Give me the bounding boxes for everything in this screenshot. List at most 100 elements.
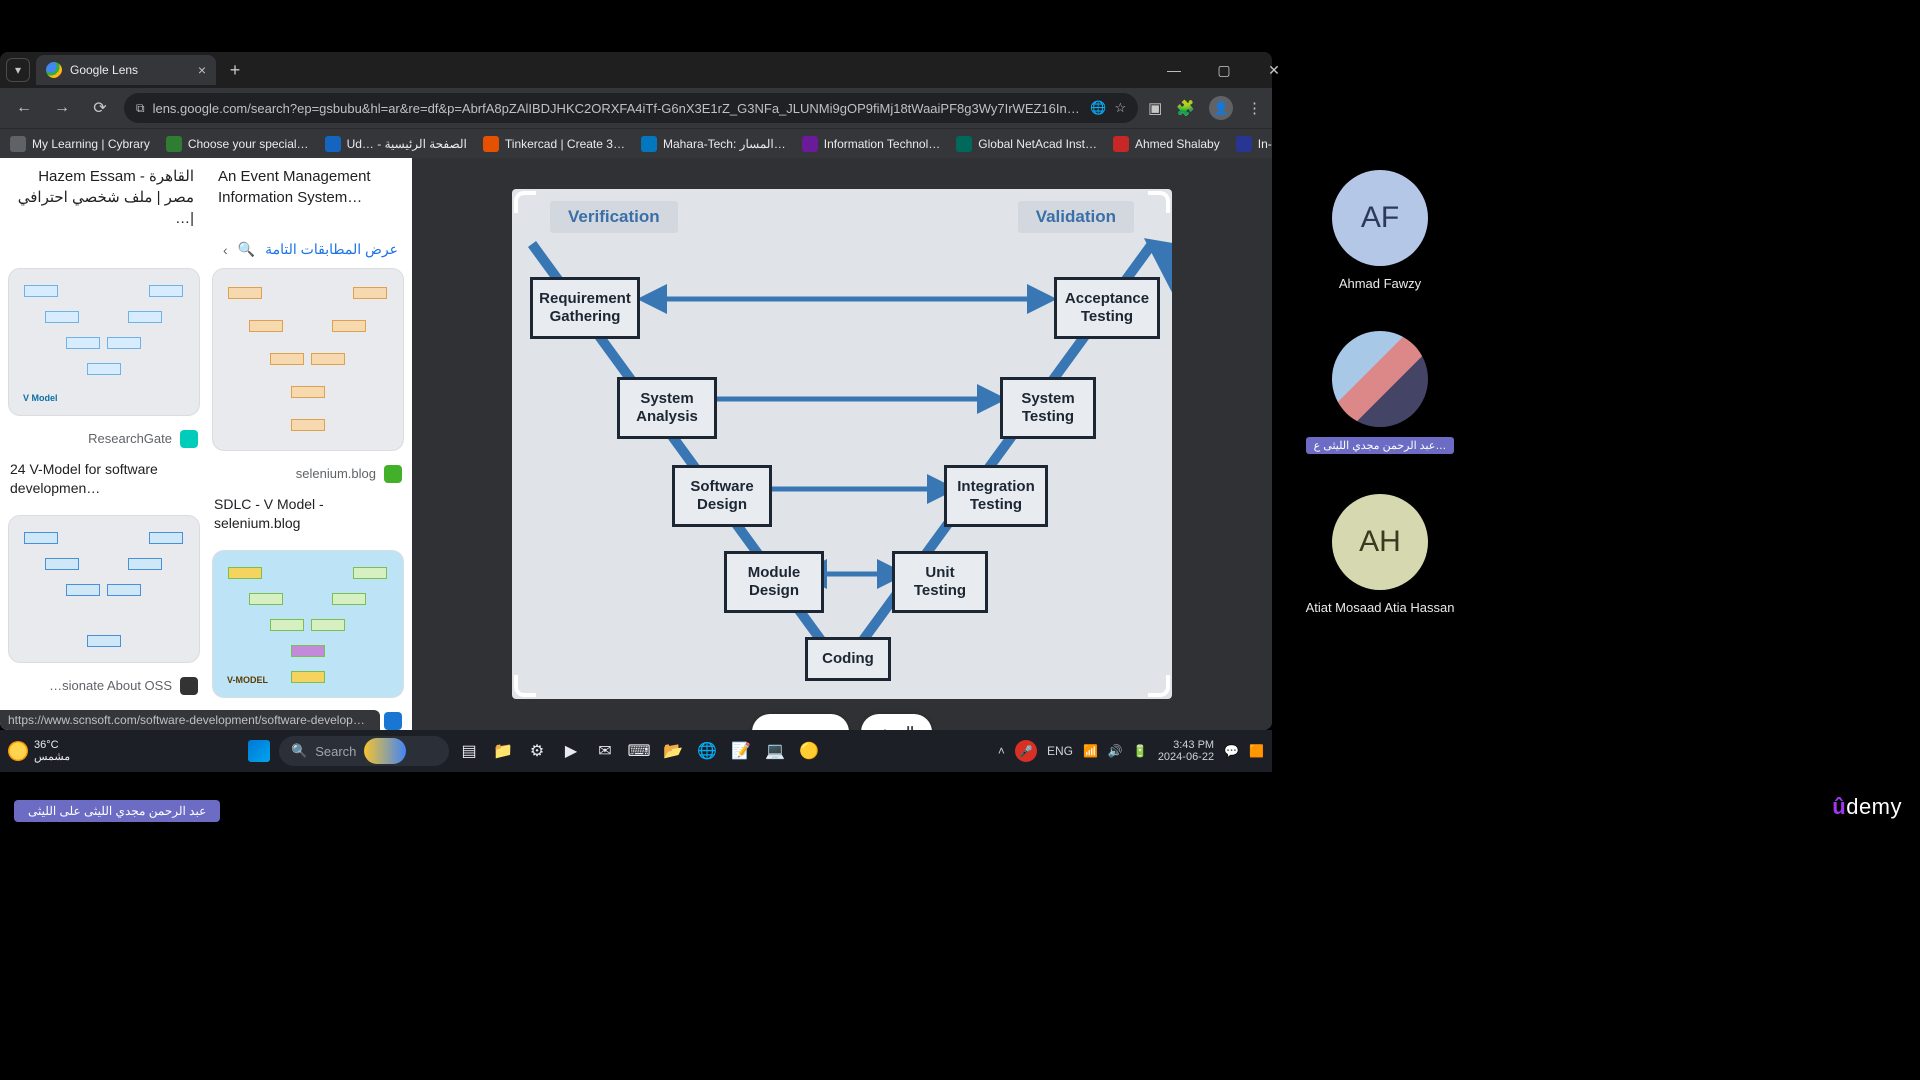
reload-button[interactable]: ⟳ — [86, 94, 114, 122]
lens-action-bar: نص ترجمة البحث — [752, 714, 932, 730]
tab-title: Google Lens — [70, 63, 138, 77]
tab-close-icon[interactable]: × — [198, 62, 206, 78]
participant[interactable]: عبد الرحمن مجدي الليثى ع… — [1306, 331, 1455, 454]
task-view-button[interactable]: ▤ — [455, 737, 483, 765]
lens-toolbar-icon[interactable]: ▣ — [1148, 99, 1162, 117]
tab-strip: ▾ Google Lens × + — [0, 52, 1272, 88]
box-system-analysis: System Analysis — [617, 377, 717, 439]
taskbar-app[interactable]: 📁 — [489, 737, 517, 765]
taskbar-app[interactable]: 💻 — [761, 737, 789, 765]
taskbar-app-chrome[interactable]: 🟡 — [795, 737, 823, 765]
address-bar[interactable]: ⧉ lens.google.com/search?ep=gsbubu&hl=ar… — [124, 93, 1138, 123]
box-coding: Coding — [805, 637, 891, 681]
taskbar-app[interactable]: ✉ — [591, 737, 619, 765]
bookmark-item[interactable]: Mahara-Tech: المسار… — [641, 136, 786, 152]
taskbar-app[interactable]: ▶ — [557, 737, 585, 765]
status-bar-url: https://www.scnsoft.com/software-develop… — [0, 710, 380, 730]
clock-time[interactable]: 3:43 PM — [1173, 739, 1214, 751]
close-window-button[interactable]: ✕ — [1260, 62, 1288, 79]
weather-cond: مشمس — [34, 751, 70, 763]
lens-text-translate-button[interactable]: نص ترجمة — [752, 714, 849, 730]
result-thumbnail[interactable] — [212, 268, 404, 451]
lens-search-button[interactable]: البحث — [861, 714, 932, 730]
back-button[interactable]: ← — [10, 94, 38, 122]
box-requirement: Requirement Gathering — [530, 277, 640, 339]
vmodel-diagram: Verification Validation Re — [512, 189, 1172, 699]
box-acceptance-testing: Acceptance Testing — [1054, 277, 1160, 339]
result-heading-right[interactable]: An Event Management Information System… — [206, 158, 412, 237]
udemy-watermark: demy — [1832, 794, 1902, 820]
taskbar-app[interactable]: 📝 — [727, 737, 755, 765]
browser-toolbar: ← → ⟳ ⧉ lens.google.com/search?ep=gsbubu… — [0, 88, 1272, 128]
clock-date[interactable]: 2024-06-22 — [1158, 751, 1214, 763]
tray-overflow-icon[interactable]: ˄ — [998, 744, 1005, 758]
taskbar-app[interactable]: ⚙ — [523, 737, 551, 765]
bookmark-item[interactable]: In-Depth: Control D… — [1236, 136, 1272, 152]
battery-icon[interactable]: 🔋 — [1133, 744, 1148, 758]
box-module-design: Module Design — [724, 551, 824, 613]
box-integration-testing: Integration Testing — [944, 465, 1048, 527]
browser-window: ▾ Google Lens × + ← → ⟳ ⧉ lens.google.co… — [0, 52, 1272, 730]
weather-widget[interactable]: 36°C مشمس — [8, 739, 70, 763]
bookmark-item[interactable]: Global NetAcad Inst… — [956, 136, 1097, 152]
tab-search-button[interactable]: ▾ — [6, 58, 30, 82]
participant-name: Atiat Mosaad Atia Hassan — [1306, 600, 1455, 615]
box-software-design: Software Design — [672, 465, 772, 527]
search-highlight-icon — [364, 738, 406, 764]
exact-icon: 🔍 — [238, 241, 255, 258]
notifications-icon[interactable]: 💬 — [1224, 744, 1239, 758]
participant[interactable]: AF Ahmad Fawzy — [1332, 170, 1428, 291]
participant-name: Ahmad Fawzy — [1339, 276, 1421, 291]
page-content: القاهرة - Hazem Essam مصر | ملف شخصي احت… — [0, 158, 1272, 730]
result-thumbnail[interactable] — [8, 515, 200, 663]
site-info-icon[interactable]: ⧉ — [136, 101, 145, 116]
taskbar-search[interactable]: 🔍 Search — [279, 736, 449, 766]
bookmark-item[interactable]: My Learning | Cybrary — [10, 136, 150, 152]
result-source: ResearchGate — [8, 426, 200, 448]
url-text: lens.google.com/search?ep=gsbubu&hl=ar&r… — [153, 101, 1083, 116]
exact-matches-link[interactable]: ‹ 🔍 عرض المطابقات التامة — [0, 237, 412, 268]
taskbar-app[interactable]: 📂 — [659, 737, 687, 765]
result-heading-left[interactable]: القاهرة - Hazem Essam مصر | ملف شخصي احت… — [0, 158, 206, 237]
tray-extra-icon[interactable]: 🟧 — [1249, 744, 1264, 758]
forward-button[interactable]: → — [48, 94, 76, 122]
extensions-icon[interactable]: 🧩 — [1176, 99, 1195, 117]
visual-matches-panel: القاهرة - Hazem Essam مصر | ملف شخصي احت… — [0, 158, 412, 730]
mic-mute-icon[interactable]: 🎤 — [1015, 740, 1037, 762]
start-button[interactable] — [245, 737, 273, 765]
minimize-button[interactable]: — — [1160, 62, 1188, 79]
result-thumbnail[interactable]: V Model — [8, 268, 200, 416]
active-speaker-badge: عبد الرحمن مجدي الليثى على الليثى — [14, 800, 220, 822]
tab-active[interactable]: Google Lens × — [36, 55, 216, 85]
result-title[interactable]: 24 V-Model for software developmen… — [8, 458, 200, 505]
bookmark-item[interactable]: Tinkercad | Create 3… — [483, 136, 625, 152]
participant[interactable]: AH Atiat Mosaad Atia Hassan — [1306, 494, 1455, 615]
taskbar-app-edge[interactable]: 🌐 — [693, 737, 721, 765]
wifi-icon[interactable]: 📶 — [1083, 744, 1098, 758]
result-thumbnail[interactable]: V-MODEL — [212, 550, 404, 698]
image-viewer: Verification Validation Re — [412, 158, 1272, 730]
profile-avatar[interactable]: 👤 — [1209, 96, 1233, 120]
result-title[interactable]: SDLC - V Model - selenium.blog — [212, 493, 404, 540]
participants-panel: AF Ahmad Fawzy عبد الرحمن مجدي الليثى ع…… — [1290, 170, 1470, 615]
volume-icon[interactable]: 🔊 — [1108, 744, 1123, 758]
weather-temp: 36°C — [34, 739, 70, 751]
bookmark-item[interactable]: Ud… - الصفحة الرئيسية — [325, 136, 467, 152]
new-tab-button[interactable]: + — [222, 57, 248, 83]
chevron-left-icon: ‹ — [223, 242, 228, 258]
translate-icon[interactable]: 🌐 — [1090, 100, 1106, 116]
maximize-button[interactable]: ▢ — [1210, 62, 1238, 79]
lens-favicon — [46, 62, 62, 78]
bookmark-item[interactable]: Ahmed Shalaby — [1113, 136, 1220, 152]
bookmark-item[interactable]: Information Technol… — [802, 136, 941, 152]
box-system-testing: System Testing — [1000, 377, 1096, 439]
bookmark-bar: My Learning | Cybrary Choose your specia… — [0, 128, 1272, 158]
taskbar-app[interactable]: ⌨ — [625, 737, 653, 765]
bookmark-item[interactable]: Choose your special… — [166, 136, 309, 152]
avatar-initials: AH — [1332, 494, 1428, 590]
system-tray: ˄ 🎤 ENG 📶 🔊 🔋 3:43 PM 2024-06-22 💬 🟧 — [998, 739, 1264, 763]
menu-icon[interactable]: ⋮ — [1247, 99, 1262, 117]
bookmark-star-icon[interactable]: ☆ — [1114, 100, 1126, 116]
windows-taskbar: 36°C مشمس 🔍 Search ▤ 📁 ⚙ ▶ ✉ ⌨ 📂 🌐 📝 💻 🟡… — [0, 730, 1272, 772]
language-indicator[interactable]: ENG — [1047, 744, 1073, 758]
